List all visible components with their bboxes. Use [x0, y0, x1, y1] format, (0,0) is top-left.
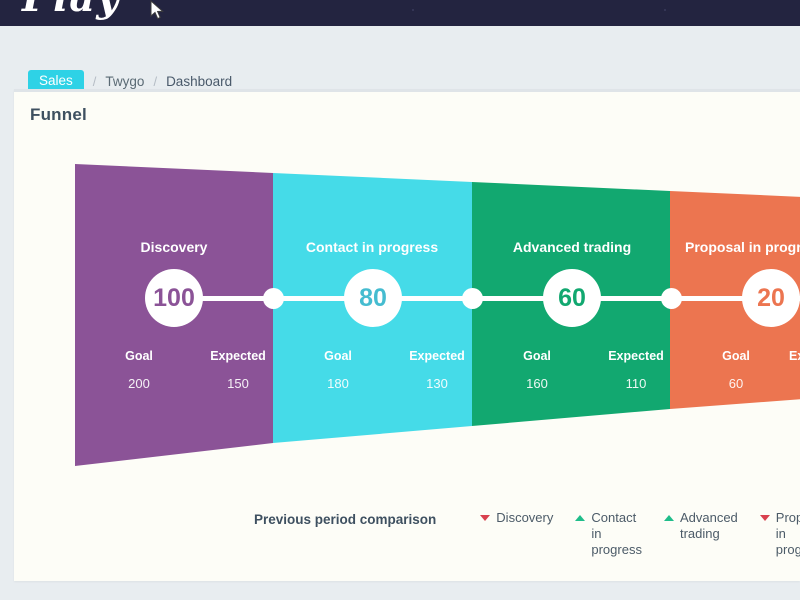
funnel-connector-dot-2 [462, 288, 483, 309]
expected-value: 130 [426, 376, 448, 391]
funnel-stage-label-2: Contact in progress [305, 239, 439, 255]
goal-label: Goal [125, 349, 153, 363]
funnel-stage-value-4[interactable]: 20 [742, 269, 800, 327]
expected-label: Expected [608, 349, 664, 363]
legend-title: Previous period comparison [254, 512, 437, 527]
breadcrumb-separator: / [92, 73, 97, 89]
legend-item-contact-in-progress[interactable]: Contact in progress [575, 510, 642, 558]
funnel-legend: Previous period comparison Discovery Con… [14, 510, 800, 580]
goal-label: Goal [523, 349, 551, 363]
goal-label: Goal [324, 349, 352, 363]
expected-label: Expected [409, 349, 465, 363]
app-logo[interactable]: Play [22, 0, 120, 21]
funnel-stage-expected-4: Expected [789, 349, 800, 376]
legend-item-discovery[interactable]: Discovery [480, 510, 553, 558]
expected-label: Expected [789, 349, 800, 363]
legend-item-label: Proposal in progress [775, 510, 800, 557]
goal-value: 160 [526, 376, 548, 391]
funnel-stage-label-3: Advanced trading [512, 239, 632, 255]
trend-up-icon [575, 515, 586, 521]
funnel-stage-expected-1: Expected 150 [192, 349, 284, 391]
funnel-stage-goal-1: Goal 200 [104, 349, 174, 391]
funnel-connector-dot-1 [263, 288, 284, 309]
funnel-stage-value-2[interactable]: 80 [344, 269, 402, 327]
trend-down-icon [480, 515, 491, 521]
goal-value: 180 [327, 376, 349, 391]
funnel-shape [75, 164, 800, 466]
breadcrumb-separator: / [153, 73, 158, 89]
funnel-stage-label-1: Discovery [140, 239, 208, 255]
breadcrumb-bar: Sales / Twygo / Dashboard [0, 26, 800, 93]
legend-item-label: Advanced trading [679, 510, 738, 541]
goal-value: 200 [128, 376, 150, 391]
funnel-stage-goal-3: Goal 160 [502, 349, 572, 391]
legend-item-label: Discovery [496, 510, 554, 525]
goal-label: Goal [722, 349, 750, 363]
expected-label: Expected [210, 349, 266, 363]
funnel-stage-goal-2: Goal 180 [303, 349, 373, 391]
legend-item-label: Contact in progress [591, 510, 642, 557]
legend-item-advanced-trading[interactable]: Advanced trading [663, 510, 738, 558]
funnel-stage-value-3[interactable]: 60 [543, 269, 601, 327]
legend-items: Discovery Contact in progress Advanced t… [480, 510, 800, 558]
funnel-stage-goal-4: Goal 60 [701, 349, 771, 391]
legend-item-proposal-in-progress[interactable]: Proposal in progress [759, 510, 800, 558]
funnel-chart: Discovery 100 Goal 200 Expected 150 Cont… [14, 92, 800, 512]
expected-value: 110 [625, 376, 647, 391]
breadcrumb-item-dashboard[interactable]: Dashboard [166, 74, 232, 89]
funnel-card: Funnel Discovery 100 Goal 200 Expected 1… [14, 89, 800, 581]
funnel-stage-expected-2: Expected 130 [391, 349, 483, 391]
top-navbar: Play [0, 0, 800, 26]
funnel-stage-expected-3: Expected 110 [590, 349, 682, 391]
funnel-stage-label-4: Proposal in progress [685, 239, 800, 255]
expected-value: 150 [227, 376, 249, 391]
funnel-connector-dot-3 [661, 288, 682, 309]
breadcrumb-item-twygo[interactable]: Twygo [105, 74, 144, 89]
trend-up-icon [663, 515, 674, 521]
mouse-cursor-icon [150, 0, 164, 20]
goal-value: 60 [728, 376, 744, 391]
navbar-decor-dot [412, 9, 414, 11]
navbar-decor-dot [664, 9, 666, 11]
trend-down-icon [759, 515, 770, 521]
funnel-stage-value-1[interactable]: 100 [145, 269, 203, 327]
